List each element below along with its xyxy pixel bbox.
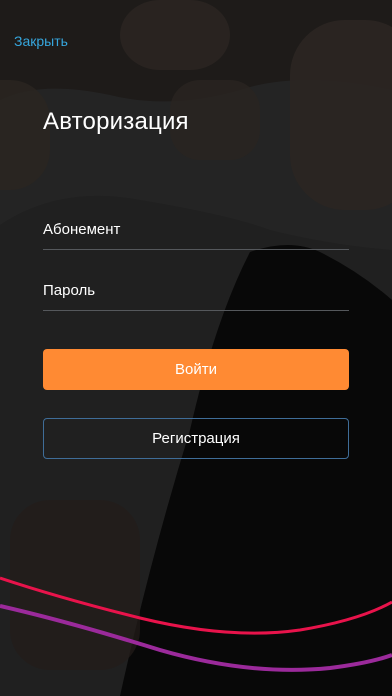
subscription-field (43, 209, 349, 250)
background-decoration (0, 0, 392, 696)
register-button-label: Регистрация (152, 430, 240, 447)
password-field (43, 270, 349, 311)
password-input[interactable] (43, 270, 349, 310)
page-title: Авторизация (43, 108, 189, 135)
login-button[interactable]: Войти (43, 349, 349, 390)
login-button-label: Войти (175, 361, 217, 378)
auth-screen: Закрыть Авторизация Войти Регистрация (0, 0, 392, 696)
register-button[interactable]: Регистрация (43, 418, 349, 459)
close-link[interactable]: Закрыть (14, 33, 68, 49)
subscription-input[interactable] (43, 209, 349, 249)
